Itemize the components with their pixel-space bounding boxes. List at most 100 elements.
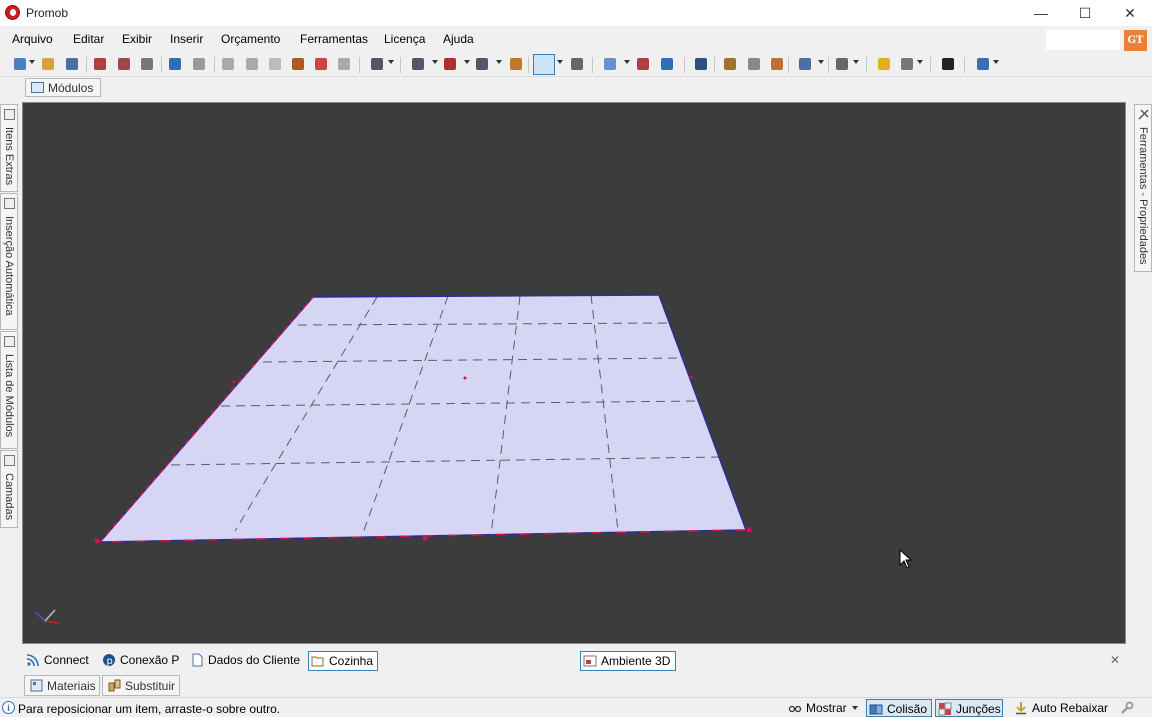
box-icon[interactable]: [834, 56, 850, 72]
3d-icon[interactable]: [659, 56, 675, 72]
tab-connect-label: Connect: [44, 653, 89, 667]
collision-toggle-label: Colisão: [887, 702, 928, 716]
new-file-icon[interactable]: [12, 56, 28, 72]
chevron-down-icon[interactable]: [388, 60, 394, 64]
chevron-down-icon[interactable]: [818, 60, 824, 64]
tab-materiais[interactable]: Materiais: [24, 675, 100, 696]
show-dropdown[interactable]: Mostrar: [786, 699, 862, 717]
maximize-button[interactable]: ☐: [1062, 0, 1108, 26]
hammer-icon[interactable]: [290, 56, 306, 72]
chevron-down-icon[interactable]: [557, 60, 563, 64]
delete-icon[interactable]: [336, 56, 352, 72]
modules-tab[interactable]: Módulos: [25, 78, 101, 97]
render-alt-icon[interactable]: [116, 56, 132, 72]
render-icon[interactable]: [92, 56, 108, 72]
tab-itens-extras[interactable]: Itens Extras: [0, 104, 18, 192]
chevron-down-icon[interactable]: [496, 60, 502, 64]
move-left-icon[interactable]: [746, 56, 762, 72]
views-icon[interactable]: [410, 56, 426, 72]
paste-icon[interactable]: [267, 56, 283, 72]
left-side-tabs: Itens Extras Inserção Automática Lista d…: [0, 104, 18, 528]
menu-inserir[interactable]: Inserir: [170, 32, 203, 46]
undo-icon[interactable]: [167, 56, 183, 72]
connection-icon: p: [103, 654, 115, 667]
toolbar-separator: [964, 57, 965, 73]
3d-viewport[interactable]: [22, 102, 1126, 644]
promob-logo-icon: [5, 5, 20, 20]
cube-view-icon[interactable]: [797, 56, 813, 72]
modules-icon[interactable]: [369, 56, 385, 72]
user-badge[interactable]: GT: [1124, 30, 1147, 51]
tab-ambiente-3d[interactable]: Ambiente 3D: [580, 651, 676, 671]
menu-bar: Arquivo Editar Exibir Inserir Orçamento …: [0, 28, 1152, 52]
menu-ferramentas[interactable]: Ferramentas: [300, 32, 368, 46]
toolbar-separator: [359, 57, 360, 73]
toolbar-separator: [714, 57, 715, 73]
paint-roller-icon[interactable]: [313, 56, 329, 72]
floor-plane[interactable]: [100, 295, 746, 542]
open-folder-icon[interactable]: [40, 56, 56, 72]
chevron-down-icon[interactable]: [624, 60, 630, 64]
render-alt-icon-glyph: [118, 58, 130, 70]
menu-arquivo[interactable]: Arquivo: [12, 32, 53, 46]
save-icon[interactable]: [64, 56, 80, 72]
menu-exibir[interactable]: Exibir: [122, 32, 152, 46]
light-icon-glyph: [878, 58, 890, 70]
eye-icon[interactable]: [693, 56, 709, 72]
chevron-down-icon[interactable]: [29, 60, 35, 64]
chevron-down-icon[interactable]: [917, 60, 923, 64]
group-icon[interactable]: [442, 56, 458, 72]
tab-lista-de-modulos[interactable]: Lista de Módulos: [0, 331, 18, 449]
tools-icon: [1138, 109, 1149, 120]
move-all-icon[interactable]: [940, 56, 956, 72]
tab-cozinha[interactable]: Cozinha: [308, 651, 378, 671]
layers-icon[interactable]: [602, 56, 618, 72]
measure-icon[interactable]: [569, 56, 585, 72]
wrench-icon: [1121, 701, 1134, 714]
wrench-button[interactable]: [1118, 699, 1140, 717]
tab-conexao-p[interactable]: p Conexão P: [102, 651, 182, 671]
camera-icon[interactable]: [899, 56, 915, 72]
box-icon-glyph: [836, 58, 848, 70]
door-icon[interactable]: [508, 56, 524, 72]
chevron-down-icon[interactable]: [464, 60, 470, 64]
toolbar-separator: [930, 57, 931, 73]
tab-substituir-label: Substituir: [125, 679, 176, 693]
chevron-down-icon[interactable]: [853, 60, 859, 64]
copy-icon[interactable]: [244, 56, 260, 72]
tab-insercao-automatica[interactable]: Inserção Automática: [0, 193, 18, 330]
menu-ajuda[interactable]: Ajuda: [443, 32, 474, 46]
tab-ferramentas-propriedades[interactable]: Ferramentas - Propriedades: [1134, 104, 1152, 272]
chevron-down-icon[interactable]: [432, 60, 438, 64]
layout-icon[interactable]: [975, 56, 991, 72]
cut-icon[interactable]: [220, 56, 236, 72]
collision-toggle[interactable]: Colisão: [866, 699, 932, 717]
tab-dados-do-cliente[interactable]: Dados do Cliente: [190, 651, 305, 671]
wardrobe-icon[interactable]: [635, 56, 651, 72]
chevron-down-icon[interactable]: [993, 60, 999, 64]
menu-editar[interactable]: Editar: [73, 32, 104, 46]
3d-icon-glyph: [661, 58, 673, 70]
shapes-icon[interactable]: [474, 56, 490, 72]
close-button[interactable]: ✕: [1107, 0, 1152, 26]
minimize-button[interactable]: —: [1018, 0, 1064, 26]
window-title: Promob: [26, 6, 69, 20]
rotate-icon[interactable]: [722, 56, 738, 72]
tab-camadas[interactable]: Camadas: [0, 450, 18, 528]
toolbar-separator: [592, 57, 593, 73]
joints-toggle[interactable]: Junções: [935, 699, 1003, 717]
auto-lower-toggle[interactable]: Auto Rebaixar: [1012, 699, 1112, 717]
menu-licenca[interactable]: Licença: [384, 32, 425, 46]
toolbar-separator: [400, 57, 401, 73]
print-icon[interactable]: [139, 56, 155, 72]
promob-window: Promob — ☐ ✕ Arquivo Editar Exibir Inser…: [0, 0, 1152, 717]
move-right-icon[interactable]: [769, 56, 785, 72]
items-icon: [4, 109, 15, 120]
menu-orcamento[interactable]: Orçamento: [221, 32, 280, 46]
close-panel-icon[interactable]: ✕: [1110, 653, 1120, 667]
redo-icon[interactable]: [191, 56, 207, 72]
light-icon[interactable]: [876, 56, 892, 72]
tab-substituir[interactable]: Substituir: [102, 675, 180, 696]
viewport-canvas[interactable]: [23, 103, 1127, 645]
tab-connect[interactable]: Connect: [26, 651, 96, 671]
